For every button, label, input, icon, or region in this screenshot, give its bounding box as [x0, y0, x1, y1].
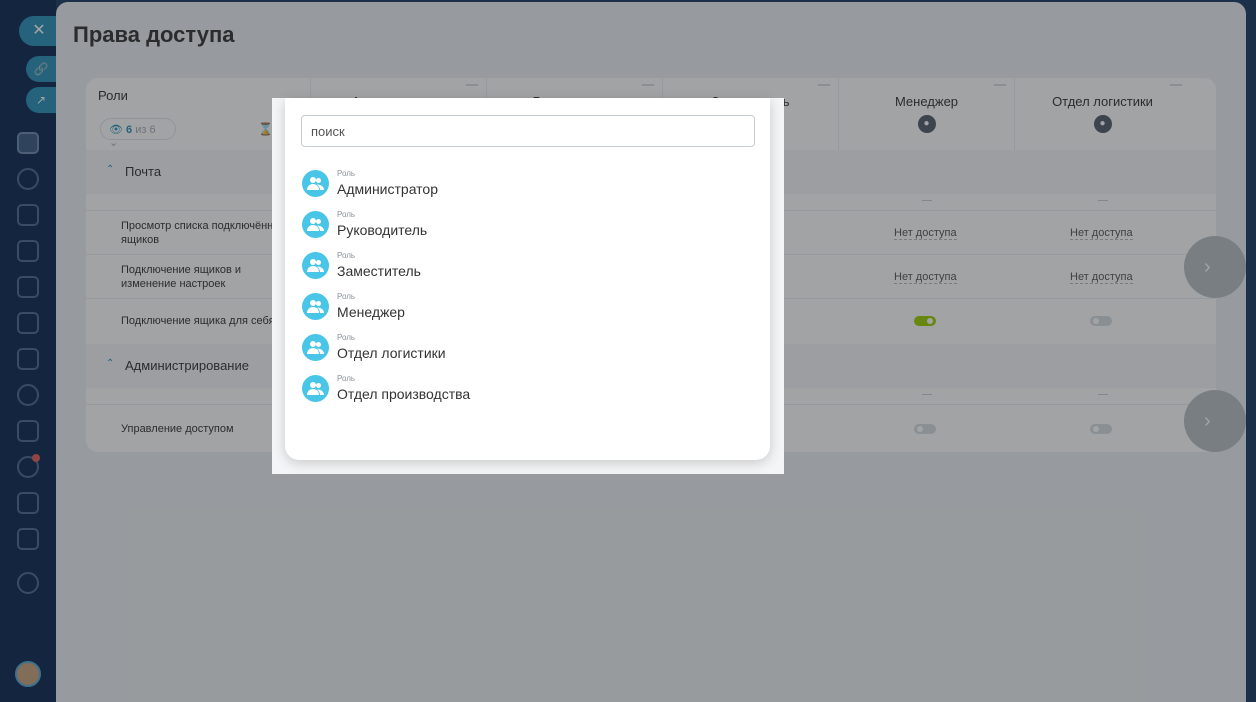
role-option[interactable]: Роль Заместитель: [302, 248, 742, 284]
option-type: Роль: [337, 251, 356, 260]
role-option[interactable]: Роль Руководитель: [302, 207, 742, 243]
option-title: Менеджер: [337, 304, 405, 320]
option-type: Роль: [337, 292, 356, 301]
group-icon: [302, 252, 329, 279]
option-title: Отдел производства: [337, 386, 471, 402]
group-icon: [302, 375, 329, 402]
group-icon: [302, 170, 329, 197]
option-type: Роль: [337, 210, 356, 219]
option-type: Роль: [337, 169, 356, 178]
option-title: Отдел логистики: [337, 345, 446, 361]
option-title: Заместитель: [337, 263, 421, 279]
group-icon: [302, 334, 329, 361]
option-title: Руководитель: [337, 222, 428, 238]
role-option[interactable]: Роль Администратор: [302, 166, 742, 202]
role-selector-dropdown: Роль Администратор Роль Руководитель Рол…: [285, 98, 770, 460]
search-input[interactable]: [301, 115, 755, 147]
group-icon: [302, 211, 329, 238]
option-type: Роль: [337, 374, 356, 383]
role-option[interactable]: Роль Отдел производства: [302, 371, 742, 407]
option-title: Администратор: [337, 181, 439, 197]
option-type: Роль: [337, 333, 356, 342]
role-option[interactable]: Роль Менеджер: [302, 289, 742, 325]
group-icon: [302, 293, 329, 320]
role-option[interactable]: Роль Отдел логистики: [302, 330, 742, 366]
